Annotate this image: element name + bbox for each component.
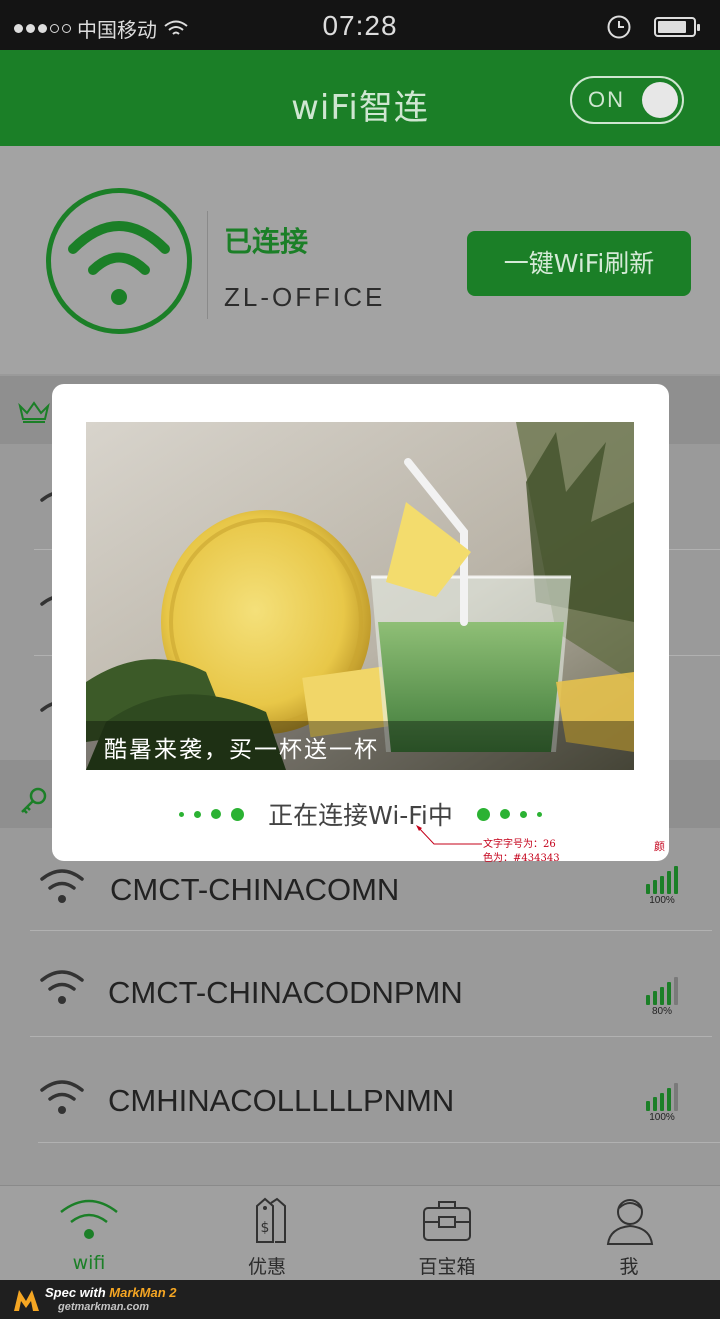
wifi-toggle[interactable]: ON: [570, 76, 684, 124]
app-header: wiFi智连 ON: [0, 50, 720, 146]
connecting-dialog: 酷暑来袭，买一杯送一杯 正在连接Wi-Fi中: [52, 384, 669, 861]
divider: [207, 211, 208, 319]
toggle-label: ON: [588, 87, 625, 112]
signal-percent: 100%: [649, 1112, 675, 1123]
connected-ssid: ZL-OFFICE: [224, 282, 386, 312]
toolbox-icon: [423, 1201, 471, 1241]
annotation-arrow: [416, 825, 482, 845]
progress-dot: [519, 810, 527, 818]
ad-caption: 酷暑来袭，买一杯送一杯: [104, 737, 379, 763]
signal-percent: 80%: [651, 1006, 672, 1017]
signal-strength: 80%: [640, 977, 684, 1017]
network-ssid: CMCT-CHINACODNPMN: [108, 975, 463, 1010]
list-item[interactable]: CMCT-CHINACODNPMN 80%: [0, 931, 720, 1037]
connected-wifi-icon: [46, 188, 192, 334]
wifi-icon: [40, 970, 84, 1004]
network-ssid: CMCT-CHINACOMN: [110, 872, 400, 907]
crown-icon: [18, 401, 50, 423]
key-icon: [21, 787, 47, 814]
wifi-icon: [40, 869, 84, 903]
price-tag-icon: $: [256, 1197, 286, 1243]
alarm-clock-icon: [607, 15, 631, 39]
connected-panel: 已连接 ZL-OFFICE 一键WiFi刷新: [0, 146, 720, 374]
bottom-tab-bar: wifi $ 优惠 百宝箱 我: [0, 1185, 720, 1280]
progress-dot: [194, 810, 202, 818]
connection-status: 已连接: [224, 225, 309, 258]
tab-label: 优惠: [247, 1256, 286, 1278]
tab-label: 百宝箱: [418, 1256, 476, 1278]
markman-logo: [14, 1290, 39, 1311]
tab-label: wifi: [72, 1252, 106, 1274]
tab-me[interactable]: 我: [569, 1186, 689, 1281]
toggle-knob: [642, 82, 678, 118]
wifi-icon: [60, 1199, 118, 1239]
footer-line2: getmarkman.com: [58, 1301, 150, 1313]
progress-dot: [499, 809, 510, 819]
status-bar: 中国移动 07:28: [0, 0, 720, 50]
progress-dot: [211, 809, 222, 819]
network-ssid: CMHINACOLLLLLPNMN: [108, 1083, 455, 1118]
battery-icon: [654, 17, 700, 37]
divider: [38, 1142, 720, 1143]
progress-dot: [231, 807, 245, 821]
caption-bar: 酷暑来袭，买一杯送一杯: [86, 721, 634, 770]
spec-annotation: 文字字号为：26 色为：#434343: [483, 839, 560, 864]
footer-line1: Spec with MarkMan 2: [45, 1285, 177, 1300]
tab-label: 我: [619, 1256, 639, 1278]
connecting-indicator: 正在连接Wi-Fi中: [52, 796, 669, 832]
progress-dot: [179, 811, 185, 817]
tab-wifi[interactable]: wifi: [29, 1186, 149, 1281]
svg-text:$: $: [261, 1220, 270, 1236]
wifi-icon: [40, 1080, 84, 1114]
signal-strength: 100%: [640, 1083, 684, 1123]
ad-banner-image[interactable]: 酷暑来袭，买一杯送一杯: [86, 422, 634, 770]
list-item[interactable]: CMHINACOLLLLLPNMN 100%: [0, 1037, 720, 1145]
signal-strength: 100%: [640, 866, 684, 906]
tab-toolbox[interactable]: 百宝箱: [387, 1186, 507, 1281]
signal-percent: 100%: [649, 895, 675, 906]
spec-annotation-side: 颜: [654, 840, 665, 853]
progress-dot: [536, 811, 542, 817]
markman-footer: Spec with MarkMan 2 getmarkman.com: [0, 1280, 720, 1319]
tab-offers[interactable]: $ 优惠: [207, 1186, 327, 1281]
progress-dot: [476, 807, 490, 821]
user-icon: [606, 1199, 654, 1245]
wifi-refresh-button[interactable]: 一键WiFi刷新: [467, 231, 691, 296]
